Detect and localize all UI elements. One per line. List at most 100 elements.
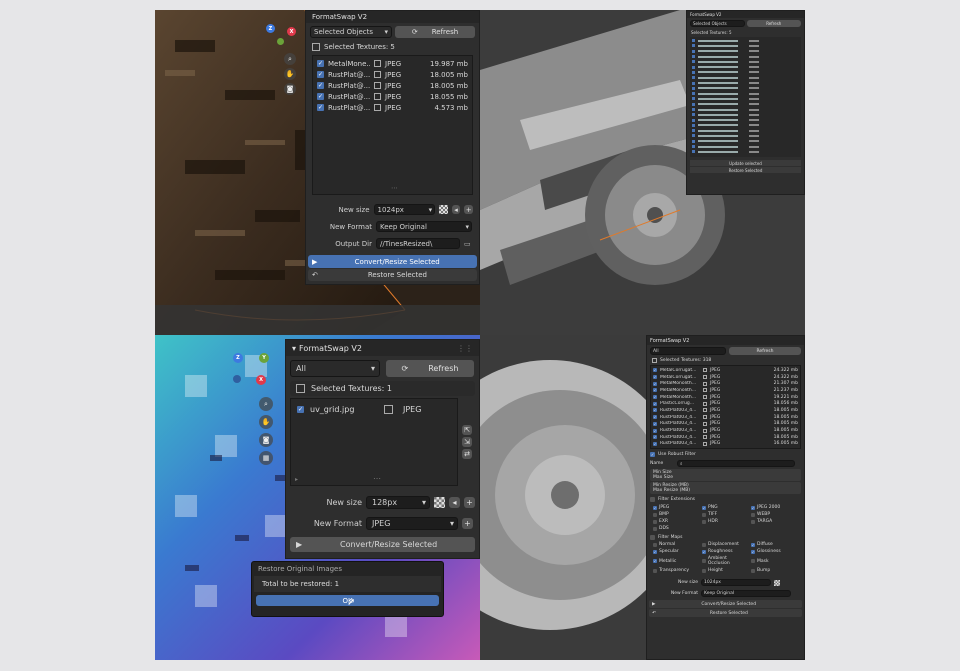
filter-checkbox[interactable]: ✓ [653,549,657,554]
axis-gizmo-center[interactable] [233,375,241,383]
panel-header[interactable]: FormatSwap V2 [647,336,804,345]
refresh-button[interactable]: ⟳ Refresh [395,26,475,38]
filter-option[interactable]: ✓ Specular [653,549,700,554]
filter-option[interactable]: EXR [653,519,700,524]
filter-option[interactable]: ✓ Metallic [653,556,700,566]
filter-checkbox[interactable] [653,542,657,547]
texture-checkbox[interactable] [692,86,695,90]
folder-icon[interactable]: ▭ [464,240,471,248]
list-item[interactable]: ✓ RustPlat003_4... JPEG 16.005 mb [653,441,798,448]
texture-checkbox[interactable] [692,39,695,43]
list-scroll-arrow[interactable]: ▸ [295,476,298,483]
plus-button[interactable]: + [462,518,473,529]
new-size-field[interactable]: 1024px ▾ [373,204,436,215]
checker-icon[interactable] [434,497,445,508]
texture-checkbox[interactable] [692,123,695,127]
texture-checkbox[interactable]: ✓ [653,428,657,433]
source-dropdown[interactable]: All ▾ [290,360,380,377]
texture-checkbox[interactable] [692,44,695,48]
texture-checkbox[interactable]: ✓ [653,441,657,446]
new-format-dropdown[interactable]: JPEG ▾ [366,517,458,530]
axis-gizmo-x[interactable]: X [287,27,296,36]
texture-checkbox[interactable] [692,118,695,122]
new-format-dropdown[interactable]: Keep Original ▾ [376,221,472,232]
texture-checkbox[interactable] [692,129,695,133]
texture-checkbox[interactable] [692,76,695,80]
list-item[interactable]: ✓ RustPlat@... JPEG 18.005 mb [317,69,468,80]
filter-checkbox[interactable] [702,542,706,547]
max-resize-field[interactable]: Max Resize (MB) [653,488,798,493]
axis-gizmo-y[interactable] [277,38,284,45]
list-item[interactable]: ✓ uv_grid.jpg JPEG [297,405,451,414]
texture-checkbox[interactable]: ✓ [653,388,657,393]
texture-checkbox[interactable]: ✓ [653,415,657,420]
filter-checkbox[interactable] [653,526,657,531]
filter-option[interactable]: ✓ Diffuse [751,542,798,547]
texture-checkbox[interactable] [692,108,695,111]
texture-checkbox[interactable] [692,70,695,74]
texture-checkbox[interactable]: ✓ [653,381,657,386]
list-item[interactable]: ✓ RustPlat003_4... JPEG 18.005 mb [653,427,798,434]
zoom-icon[interactable]: ⌕ [284,53,296,65]
texture-checkbox[interactable]: ✓ [317,60,324,67]
list-item[interactable]: ✓ PlasticCorrug... JPEG 18.056 mb [653,400,798,407]
list-item[interactable]: ✓ MetalMonolith... JPEG 21.237 mb [653,387,798,394]
list-item[interactable]: ✓ MetalMone... JPEG 19.987 mb [317,58,468,69]
texture-checkbox[interactable] [692,65,695,69]
list-resize-handle[interactable]: ⋯ [373,474,381,483]
viewport-bottom-left[interactable]: Z Y X ⌕ ✋ ◙ ▦ ▾ FormatSwap V2 ⋮⋮ All ▾ ⟳ … [155,335,480,660]
texture-checkbox[interactable]: ✓ [653,375,657,380]
checker-icon[interactable] [774,579,780,586]
filter-checkbox[interactable]: ✓ [751,505,755,510]
texture-checkbox[interactable] [692,60,695,64]
list-item[interactable]: ✓ RustPlat003_4... JPEG 18.005 mb [653,414,798,421]
list-item[interactable] [692,149,799,154]
filter-checkbox[interactable] [751,568,755,573]
list-item[interactable]: ✓ MetalCorrugat... JPEG 24.322 mb [653,374,798,381]
texture-checkbox[interactable]: ✓ [317,71,324,78]
texture-checkbox[interactable] [692,55,695,59]
filter-checkbox[interactable] [653,512,657,517]
arrow-left-button[interactable]: ◂ [449,497,460,508]
texture-checkbox[interactable]: ✓ [297,406,304,413]
source-dropdown[interactable]: Selected Objects [690,20,745,27]
viewport-top-right[interactable]: FormatSwap V2 Selected Objects Refresh S… [480,10,805,335]
filter-checkbox[interactable]: ✓ [702,549,706,554]
maps-toggle[interactable] [650,535,655,540]
texture-checkbox[interactable] [692,92,695,96]
axis-gizmo-z[interactable]: Z [266,24,275,33]
list-item[interactable]: ✓ RustPlat@... JPEG 4.573 mb [317,102,468,113]
texture-checkbox[interactable] [692,102,695,106]
hand-icon[interactable]: ✋ [284,68,296,80]
texture-checkbox[interactable] [692,97,695,101]
filter-option[interactable]: ✓ Roughness [702,549,749,554]
filter-checkbox[interactable]: ✓ [653,559,657,563]
texture-list[interactable]: ✓ MetalCorrugat... JPEG 24.322 mb ✓ MetalCorr… [650,365,801,449]
filter-option[interactable]: ✓ Glossiness [751,549,798,554]
new-size-field[interactable]: 1024px [701,579,771,586]
texture-checkbox[interactable]: ✓ [653,408,657,413]
convert-resize-button[interactable]: ▶ Convert/Resize Selected [308,255,477,268]
refresh-button[interactable]: ⟳ Refresh [386,360,474,377]
texture-checkbox[interactable] [692,145,695,149]
camera-icon[interactable]: ◙ [284,83,296,95]
axis-gizmo-x[interactable]: X [256,375,266,385]
viewport-top-left[interactable]: Z X ⌕ ✋ ◙ FormatSwap V2 Selected Objects… [155,10,480,335]
texture-checkbox[interactable]: ✓ [653,368,657,373]
filter-checkbox[interactable]: ✓ [751,542,755,547]
new-format-dropdown[interactable]: Keep Original [701,590,791,597]
filter-checkbox[interactable] [751,519,755,524]
texture-checkbox[interactable]: ✓ [653,401,657,406]
select-icon[interactable]: ⇱ [462,425,472,435]
filter-option[interactable]: TARGA [751,519,798,524]
update-selected-button[interactable]: Update selected [690,160,801,166]
list-resize-handle[interactable]: ⋯ [391,184,398,192]
filter-option[interactable]: HDR [702,519,749,524]
filter-option[interactable]: TIFF [702,512,749,517]
restore-selected-button[interactable]: Restore Selected [690,167,801,173]
filter-option[interactable]: Height [702,568,749,573]
filter-checkbox[interactable] [702,568,706,573]
texture-checkbox[interactable] [692,150,695,154]
restore-selected-button[interactable]: ↶ Restore Selected [308,269,477,281]
filter-option[interactable]: Bump [751,568,798,573]
